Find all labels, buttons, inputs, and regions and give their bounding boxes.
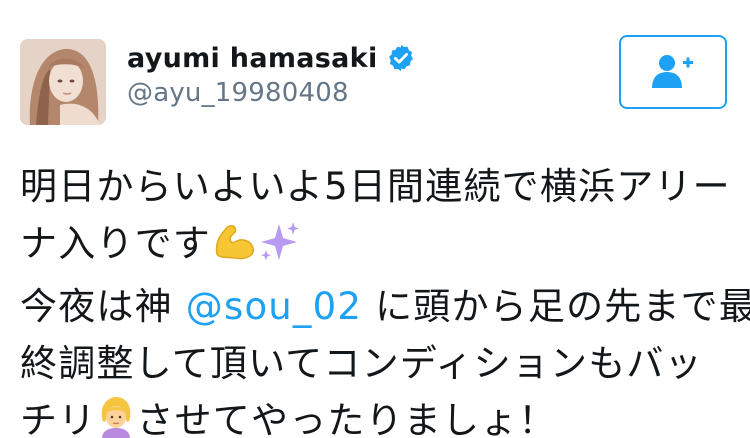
sparkles-emoji-icon [257,220,301,278]
tweet-line: チリ させてやったりましょ！ [20,392,732,438]
user-handle[interactable]: @ayu_19980408 [127,78,349,108]
person-getting-haircut-emoji-icon [96,395,136,438]
tweet-line: 今夜は神 @sou_02 に頭から足の先まで最 [20,278,750,335]
avatar[interactable] [20,39,106,125]
tweet-text-segment: 明日からいよいよ5日間連続で横浜アリー [20,165,731,208]
tweet-text-segment: に頭から足の先まで最 [362,285,750,328]
tweet-text-segment: チリ [20,399,97,438]
mention-link[interactable]: @sou_02 [186,285,362,328]
tweet-line: ナ入りです [20,215,732,278]
follow-button[interactable] [619,35,727,109]
tweet-text-segment: ナ入りです [20,222,211,265]
tweet-line: 明日からいよいよ5日間連続で横浜アリー [20,158,732,215]
display-name[interactable]: ayumi hamasaki [127,43,378,74]
name-row: ayumi hamasaki [127,38,416,78]
tweet-text-segment: 今夜は神 [20,285,186,328]
tweet-line: 終調整して頂いてコンディションもバッ [20,335,732,392]
verified-badge-icon [386,43,416,73]
tweet-text: 明日からいよいよ5日間連続で横浜アリー ナ入りです 今夜は神 @sou_02 に… [20,158,750,438]
tweet-text-segment: 終調整して頂いてコンディションもバッ [20,342,703,385]
follow-person-plus-icon [652,55,693,88]
tweet-card: ayumi hamasaki @ayu_19980408 明日からいよいよ5日間… [0,0,750,438]
flexed-biceps-emoji-icon [211,220,257,278]
tweet-text-segment: させてやったりましょ！ [136,399,557,438]
